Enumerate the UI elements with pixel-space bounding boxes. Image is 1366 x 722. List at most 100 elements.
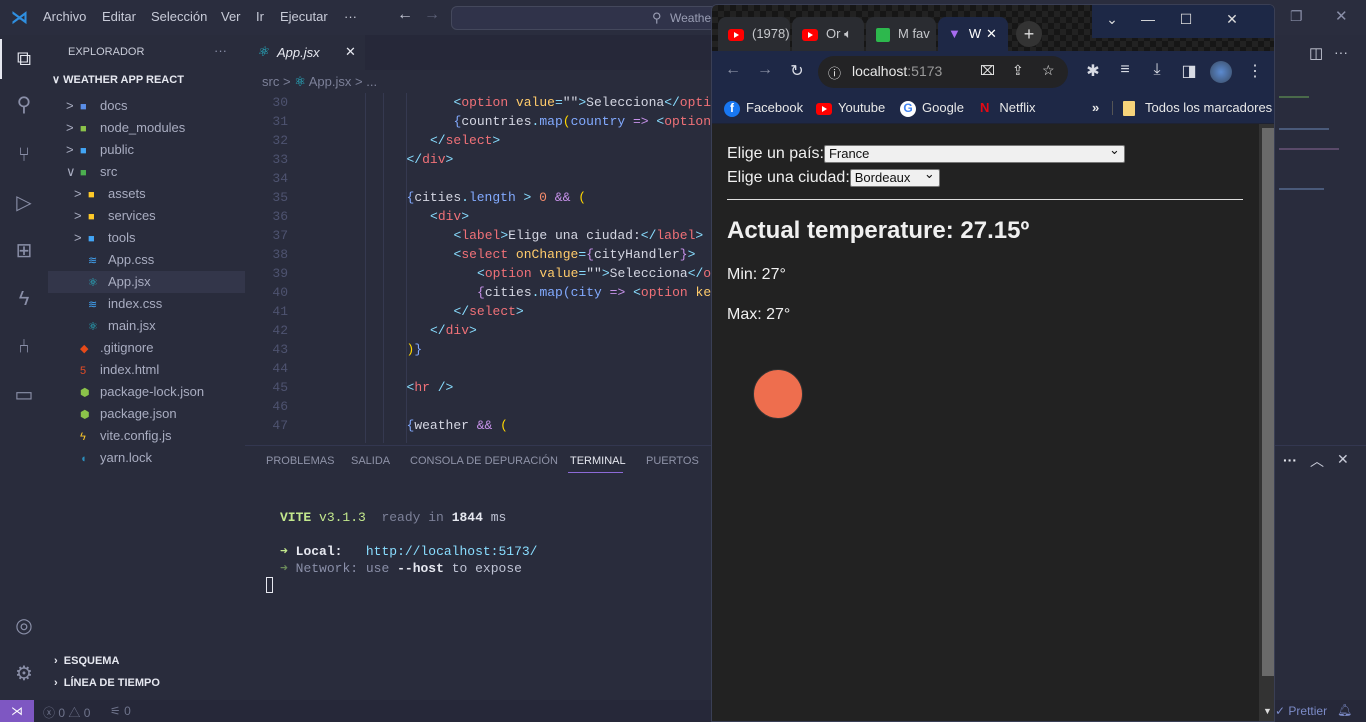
tree-item-services[interactable]: > ■ services <box>48 205 245 227</box>
tree-item-main-jsx[interactable]: ⚛ main.jsx <box>48 315 245 337</box>
browser-tab-youtube-2[interactable]: Or 🔈︎ <box>792 17 864 51</box>
code-line[interactable]: 45 <hr /> <box>260 378 453 397</box>
command-search[interactable]: ⚲ Weathe <box>451 6 751 30</box>
bookmark-facebook[interactable]: f Facebook <box>724 100 803 117</box>
download-icon[interactable]: ⤓ <box>1146 61 1168 79</box>
minimap[interactable] <box>1275 92 1366 212</box>
search-icon[interactable]: ⚲ <box>10 91 38 119</box>
tab-app-jsx[interactable]: ⚛ App.jsx ✕ <box>245 35 365 70</box>
translate-icon[interactable]: ⌧ <box>980 63 995 79</box>
more-bookmarks-button[interactable]: » <box>1092 100 1099 115</box>
tree-item-vite-config-js[interactable]: ϟ vite.config.js <box>48 425 245 447</box>
minimize-icon[interactable]: — <box>1128 11 1168 27</box>
panel-tab-salida[interactable]: SALIDA <box>351 455 390 467</box>
tree-item-assets[interactable]: > ■ assets <box>48 183 245 205</box>
profile-avatar[interactable] <box>1210 61 1232 83</box>
code-line[interactable]: 33 </div> <box>260 150 453 169</box>
menu-editar[interactable]: Editar <box>102 9 136 24</box>
extensions-icon[interactable]: ⊞ <box>10 237 38 265</box>
forward-icon[interactable]: → <box>754 61 776 79</box>
tree-item-tools[interactable]: > ■ tools <box>48 227 245 249</box>
menu-ir[interactable]: Ir <box>256 9 264 24</box>
page-scrollbar[interactable]: ▼ <box>1259 124 1274 721</box>
menu-ejecutar[interactable]: Ejecutar <box>280 9 328 24</box>
menu-seleccion[interactable]: Selección <box>151 9 207 24</box>
tree-item-package-json[interactable]: ⬢ package.json <box>48 403 245 425</box>
source-control-icon[interactable]: ⑂ <box>10 141 38 169</box>
bookmark-youtube[interactable]: Youtube <box>816 100 885 115</box>
tree-item-app-css[interactable]: ≋ App.css <box>48 249 245 271</box>
address-bar[interactable]: ⓘ localhost:5173 ⌧ ⇪ ☆ <box>818 56 1068 88</box>
side-panel-icon[interactable]: ◨ <box>1178 61 1200 81</box>
site-info-icon[interactable]: ⓘ <box>828 63 841 82</box>
menu-archivo[interactable]: Archivo <box>43 9 86 24</box>
tree-item--gitignore[interactable]: ◆ .gitignore <box>48 337 245 359</box>
explorer-icon[interactable]: ⧉ <box>10 45 38 73</box>
tree-item-docs[interactable]: > ■ docs <box>48 95 245 117</box>
extensions-icon[interactable]: ✱ <box>1082 61 1104 81</box>
scroll-down-arrow-icon[interactable]: ▼ <box>1263 706 1272 716</box>
remote-explorer-icon[interactable]: ▭ <box>10 381 38 409</box>
code-line[interactable]: 39<option value="">Selecciona</optio <box>260 264 742 283</box>
notifications-bell-icon[interactable]: 🔔︎ <box>1337 703 1352 717</box>
tree-item-index-html[interactable]: 5 index.html <box>48 359 245 381</box>
code-line[interactable]: 43)} <box>260 340 422 359</box>
close-icon[interactable]: ✕ <box>1212 11 1252 28</box>
reload-icon[interactable]: ↻ <box>786 61 808 81</box>
thunder-client-icon[interactable]: ϟ <box>10 285 38 313</box>
panel-tab-consola-de-depuraci-n[interactable]: CONSOLA DE DEPURACIÓN <box>410 455 558 467</box>
account-icon[interactable]: ◎ <box>10 612 38 640</box>
code-line[interactable]: 30<option value="">Selecciona</option> <box>260 93 734 112</box>
tree-item-public[interactable]: > ■ public <box>48 139 245 161</box>
forward-icon[interactable]: → <box>424 6 440 24</box>
browser-tab-active[interactable]: ▼ W ✕ <box>938 17 1008 51</box>
city-select[interactable]: Bordeaux <box>849 166 940 187</box>
scrollbar-thumb[interactable] <box>1262 128 1274 676</box>
outline-section[interactable]: › ESQUEMA <box>48 655 245 667</box>
code-line[interactable]: 42 </div> <box>260 321 476 340</box>
maximize-panel-icon[interactable]: ︿ <box>1310 451 1324 471</box>
project-root[interactable]: ∨ WEATHER APP REACT <box>52 73 184 86</box>
code-line[interactable]: 40{cities.map(city => <option key={c <box>260 283 742 302</box>
new-tab-button[interactable]: + <box>1016 21 1042 47</box>
ports-status[interactable]: ⚟ 0 <box>110 704 131 718</box>
code-line[interactable]: 37 <label>Elige una ciudad:</label> <box>260 226 703 245</box>
media-control-icon[interactable]: ≡ <box>1114 61 1136 79</box>
country-select[interactable]: France <box>823 142 1125 163</box>
split-editor-icon[interactable]: ◫ <box>1309 44 1323 62</box>
local-url-link[interactable]: http://localhost:5173/ <box>366 544 538 559</box>
explorer-more-icon[interactable]: ··· <box>214 43 227 58</box>
restore-icon[interactable]: ❐ <box>1290 8 1303 25</box>
git-graph-icon[interactable]: ⑃ <box>10 333 38 361</box>
all-bookmarks[interactable]: Todos los marcadores <box>1123 100 1272 117</box>
bookmark-netflix[interactable]: N Netflix <box>980 100 1036 115</box>
panel-tab-problemas[interactable]: PROBLEMAS <box>266 455 334 467</box>
close-window-icon[interactable]: ✕ <box>1335 7 1348 25</box>
problems-status[interactable]: ⓧ 0 △ 0 <box>43 704 90 721</box>
menu-more[interactable]: ··· <box>344 9 357 24</box>
browser-tab-app[interactable]: M fav <box>866 17 936 51</box>
tree-item-yarn-lock[interactable]: ◖ yarn.lock <box>48 447 245 469</box>
code-line[interactable]: 35 {cities.length > 0 && ( <box>260 188 586 207</box>
tree-item-src[interactable]: ∨ ■ src <box>48 161 245 183</box>
tree-item-package-lock-json[interactable]: ⬢ package-lock.json <box>48 381 245 403</box>
tab-search-icon[interactable]: ⌄ <box>1092 11 1132 28</box>
tree-item-index-css[interactable]: ≋ index.css <box>48 293 245 315</box>
editor-more-icon[interactable]: ··· <box>1334 44 1348 60</box>
maximize-icon[interactable]: ☐ <box>1166 11 1206 28</box>
panel-more-icon[interactable]: ··· <box>1283 452 1297 468</box>
code-line[interactable]: 31{countries.map(country => <option key <box>260 112 742 131</box>
bookmark-star-icon[interactable]: ☆ <box>1042 62 1055 79</box>
remote-icon[interactable]: ⋊ <box>0 700 34 722</box>
browser-tab-youtube-1[interactable]: (1978) <box>718 17 790 51</box>
code-line[interactable]: 32 </select> <box>260 131 500 150</box>
panel-tab-puertos[interactable]: PUERTOS <box>646 455 699 467</box>
timeline-section[interactable]: › LÍNEA DE TIEMPO <box>48 677 245 689</box>
share-icon[interactable]: ⇪ <box>1012 62 1024 79</box>
breadcrumb-file[interactable]: App.jsx <box>309 74 352 89</box>
prettier-status[interactable]: ✓ Prettier <box>1275 704 1327 718</box>
back-icon[interactable]: ← <box>397 6 413 24</box>
bookmark-google[interactable]: G Google <box>900 100 964 117</box>
tree-item-node-modules[interactable]: > ■ node_modules <box>48 117 245 139</box>
close-tab-icon[interactable]: ✕ <box>345 44 356 60</box>
